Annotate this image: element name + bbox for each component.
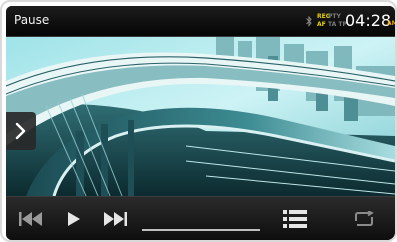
chevron-right-icon: [15, 122, 26, 140]
bluetooth-icon: [306, 16, 312, 27]
status-bar: Pause REG AF PTY TA TP 04:28 AM: [6, 6, 395, 37]
next-track-button[interactable]: [98, 197, 132, 240]
repeat-button[interactable]: [346, 197, 382, 240]
playback-control-bar: [6, 196, 395, 240]
screen: Pause REG AF PTY TA TP 04:28 AM: [6, 6, 395, 240]
device-frame: Pause REG AF PTY TA TP 04:28 AM: [0, 0, 397, 242]
skip-next-icon: [104, 212, 127, 226]
ta-indicator: TA: [328, 21, 337, 28]
previous-track-button[interactable]: [14, 197, 48, 240]
video-frame[interactable]: [6, 36, 395, 196]
list-icon: [283, 210, 307, 228]
repeat-icon: [355, 211, 374, 226]
skip-previous-icon: [19, 212, 42, 226]
side-panel-toggle[interactable]: [6, 112, 36, 150]
play-button[interactable]: [58, 197, 88, 240]
clock-ampm: AM: [387, 20, 395, 27]
play-icon: [68, 212, 80, 226]
progress-bar[interactable]: [142, 229, 260, 231]
clock-time: 04:28: [345, 11, 392, 30]
playlist-button[interactable]: [279, 197, 311, 240]
playback-status-title: Pause: [14, 13, 50, 27]
